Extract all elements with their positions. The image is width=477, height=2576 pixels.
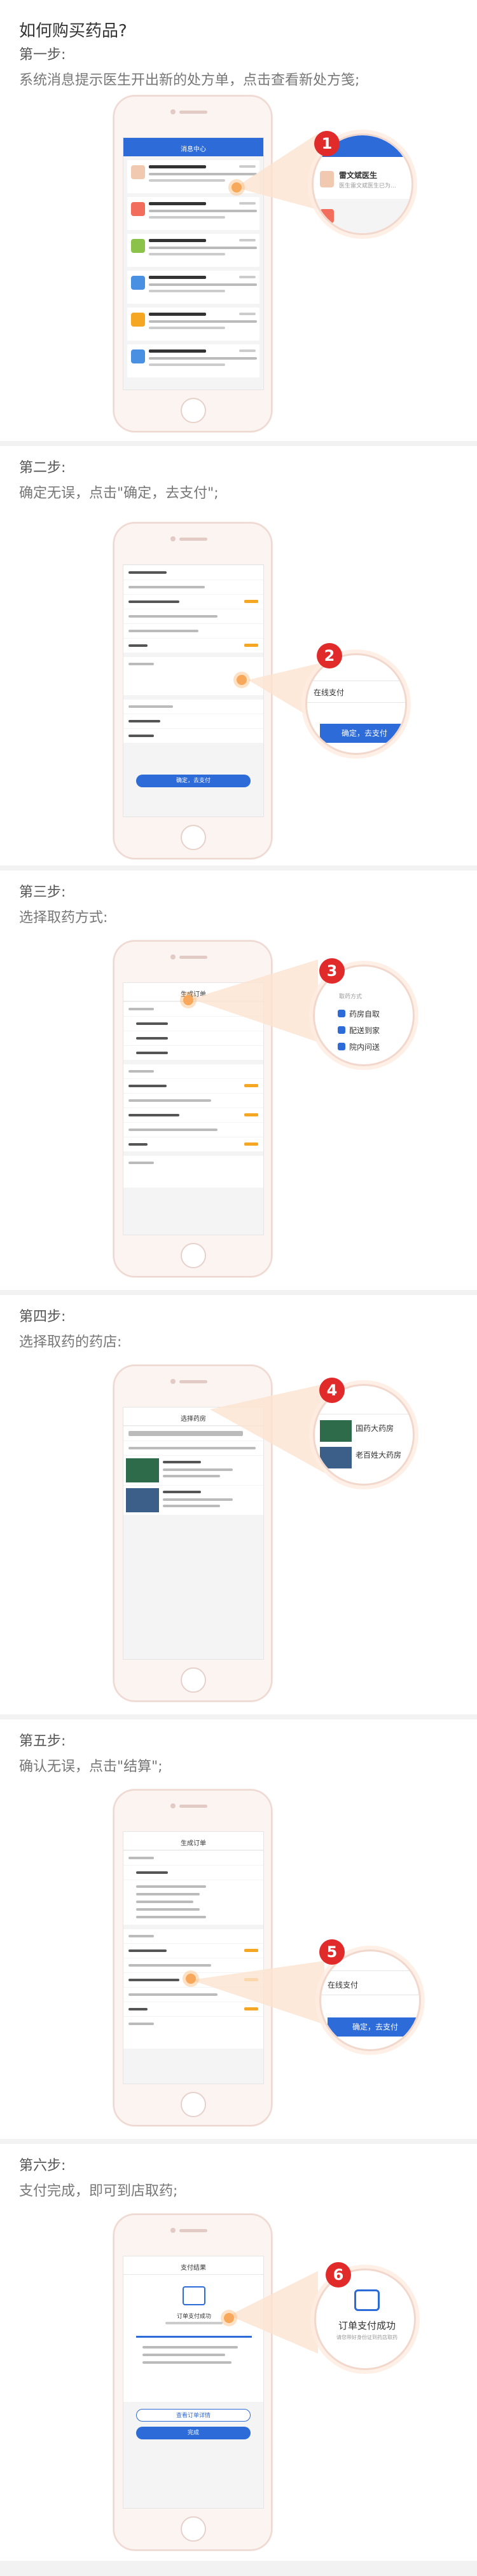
zoom-store-1: 国药大药房 <box>356 1424 394 1433</box>
home-button <box>181 1667 206 1693</box>
section-divider <box>0 2139 477 2144</box>
section-divider <box>0 865 477 871</box>
step-2-label: 第二步: <box>19 460 66 476</box>
step-3-label: 第三步: <box>19 885 66 900</box>
zoom-pay-button: 确定，去支付 <box>320 724 405 743</box>
step-5-beam <box>191 1961 324 2024</box>
home-button <box>181 1243 206 1268</box>
home-button <box>181 398 206 423</box>
step-6-label: 第六步: <box>19 2158 66 2174</box>
step-6-description: 支付完成，即可到店取药; <box>19 2183 178 2199</box>
view-order-button[interactable]: 查看订单详情 <box>136 2409 251 2422</box>
list-item[interactable] <box>127 234 259 267</box>
step-4-beam <box>210 1384 324 1473</box>
step-5-highlight <box>186 1974 196 1984</box>
step-6-phone: 支付结果 订单支付成功 查看订单详情 完成 <box>113 2214 272 2551</box>
step-4-description: 选择取药的药店: <box>19 1334 122 1350</box>
zoom-doctor-name: 雷文斌医生 <box>339 171 378 180</box>
step-4-badge: 4 <box>319 1378 345 1403</box>
step-5-description: 确认无误，点击"结算"; <box>19 1759 163 1775</box>
step-1-description: 系统消息提示医生开出新的处方单，点击查看新处方笺; <box>19 72 360 88</box>
step-6-beam <box>229 2271 318 2354</box>
step-6-badge: 6 <box>326 2262 351 2288</box>
home-button <box>181 825 206 850</box>
finish-button[interactable]: 完成 <box>136 2427 251 2439</box>
zoom-store-2: 老百姓大药房 <box>356 1451 402 1460</box>
step-5-zoom: 在线支付 确定，去支付 <box>319 1949 421 2051</box>
section-divider <box>0 1714 477 1719</box>
list-item[interactable] <box>127 308 259 341</box>
page-footer-band <box>0 2561 477 2576</box>
step-2-highlight <box>237 675 247 685</box>
zoom-option-hospital: 院内问送 <box>349 1043 380 1052</box>
zoom-success-sub: 请您带好身份证到药店取药 <box>336 2335 398 2340</box>
tutorial-page: 如何购买药品? 第一步: 系统消息提示医生开出新的处方单，点击查看新处方笺; 消… <box>0 0 477 2576</box>
step-5-badge: 5 <box>319 1939 345 1965</box>
step-1-label: 第一步: <box>19 47 66 63</box>
home-button <box>181 2092 206 2117</box>
zoom-success-heading: 订单支付成功 <box>338 2320 396 2331</box>
section-divider <box>0 441 477 446</box>
step-1-badge: 1 <box>314 131 340 156</box>
step-2-badge: 2 <box>317 643 342 668</box>
step-3-description: 选择取药方式: <box>19 910 108 926</box>
step-6-highlight <box>224 2313 234 2323</box>
step-1-beam <box>235 133 318 210</box>
step-3-highlight <box>183 995 193 1005</box>
zoom-option-delivery: 配送到家 <box>349 1026 380 1035</box>
step-3-badge: 3 <box>319 958 345 984</box>
section-divider <box>0 1290 477 1295</box>
list-item[interactable] <box>127 271 259 304</box>
step-1-highlight <box>232 182 242 193</box>
zoom-method-title: 取药方式 <box>339 994 363 1000</box>
step-2-zoom: 在线支付 确定，去支付 <box>305 653 407 755</box>
step-2-pay-button[interactable]: 确定，去支付 <box>136 775 251 787</box>
page-title: 如何购买药品? <box>19 22 127 41</box>
step-3-beam <box>191 959 318 1042</box>
home-button <box>181 2516 206 2542</box>
zoom-online-pay-5: 在线支付 <box>328 1981 359 1990</box>
step-5-label: 第五步: <box>19 1733 66 1749</box>
zoom-doctor-sub: 医生雷文斌医生已为... <box>339 183 396 189</box>
step-5-screen-title: 生成订单 <box>123 1838 263 1850</box>
zoom-option-self: 药房自取 <box>349 1010 380 1019</box>
step-5-phone: 生成订单 <box>113 1789 272 2126</box>
step-2-description: 确定无误，点击"确定，去支付"; <box>19 485 219 501</box>
zoom-pay-button-5: 确定，去支付 <box>328 2017 419 2037</box>
list-item[interactable] <box>127 344 259 377</box>
zoom-online-pay: 在线支付 <box>314 688 345 697</box>
step-4-label: 第四步: <box>19 1309 66 1325</box>
step-5-screen: 生成订单 <box>123 1831 264 2084</box>
